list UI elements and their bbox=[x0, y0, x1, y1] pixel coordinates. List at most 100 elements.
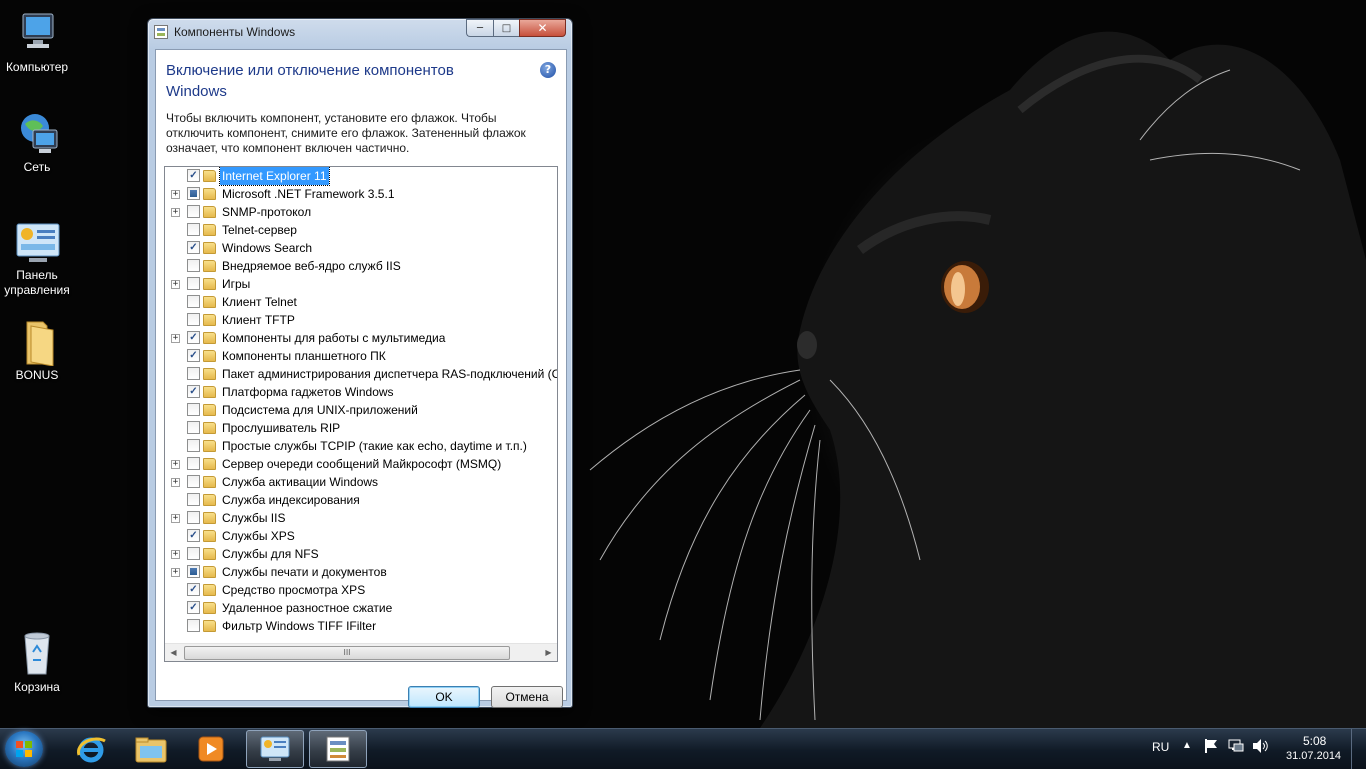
cancel-button[interactable]: Отмена bbox=[491, 686, 563, 708]
feature-checkbox[interactable] bbox=[187, 313, 200, 326]
feature-row[interactable]: + Службы для NFS bbox=[165, 545, 557, 563]
desktop-icon-network[interactable]: Сеть bbox=[0, 110, 74, 175]
feature-checkbox[interactable]: ✓ bbox=[187, 169, 200, 182]
feature-label: Клиент TFTP bbox=[222, 313, 295, 327]
feature-label: Игры bbox=[222, 277, 251, 291]
folder-icon bbox=[203, 242, 216, 254]
feature-row[interactable]: Пакет администрирования диспетчера RAS-п… bbox=[165, 365, 557, 383]
feature-row[interactable]: Фильтр Windows TIFF IFilter bbox=[165, 617, 557, 635]
feature-row[interactable]: ✓ Internet Explorer 11 bbox=[165, 167, 557, 186]
desktop-icon-bonus-folder[interactable]: BONUS bbox=[0, 318, 74, 383]
feature-checkbox[interactable] bbox=[187, 403, 200, 416]
feature-checkbox[interactable] bbox=[187, 547, 200, 560]
feature-row[interactable]: + SNMP-протокол bbox=[165, 203, 557, 221]
feature-checkbox[interactable]: ✓ bbox=[187, 529, 200, 542]
expand-icon[interactable]: + bbox=[171, 568, 180, 577]
feature-row[interactable]: Прослушиватель RIP bbox=[165, 419, 557, 437]
feature-row[interactable]: + Игры bbox=[165, 275, 557, 293]
feature-checkbox[interactable] bbox=[187, 223, 200, 236]
folder-icon bbox=[203, 476, 216, 488]
feature-checkbox[interactable] bbox=[187, 367, 200, 380]
feature-checkbox[interactable]: ✓ bbox=[187, 241, 200, 254]
start-button[interactable] bbox=[5, 731, 43, 767]
feature-checkbox[interactable] bbox=[187, 295, 200, 308]
ok-button[interactable]: OK bbox=[408, 686, 480, 708]
language-indicator[interactable]: RU bbox=[1152, 740, 1169, 754]
taskbar-media-player[interactable] bbox=[182, 730, 240, 768]
clock-date[interactable]: 31.07.2014 bbox=[1286, 750, 1341, 762]
taskbar-explorer[interactable] bbox=[122, 730, 180, 768]
expand-icon[interactable]: + bbox=[171, 190, 180, 199]
feature-checkbox[interactable]: ✓ bbox=[187, 601, 200, 614]
scroll-thumb[interactable]: III bbox=[184, 646, 510, 660]
scroll-right-icon[interactable]: ▶ bbox=[540, 644, 557, 661]
feature-row[interactable]: Служба индексирования bbox=[165, 491, 557, 509]
expand-icon[interactable]: + bbox=[171, 460, 180, 469]
volume-icon[interactable] bbox=[1252, 738, 1270, 757]
feature-checkbox[interactable] bbox=[187, 187, 200, 200]
feature-checkbox[interactable] bbox=[187, 277, 200, 290]
feature-row[interactable]: Клиент Telnet bbox=[165, 293, 557, 311]
taskbar-windows-features[interactable] bbox=[309, 730, 367, 768]
feature-checkbox[interactable] bbox=[187, 205, 200, 218]
feature-checkbox[interactable] bbox=[187, 493, 200, 506]
feature-checkbox[interactable]: ✓ bbox=[187, 385, 200, 398]
feature-row[interactable]: ✓ Платформа гаджетов Windows bbox=[165, 383, 557, 401]
expand-icon[interactable]: + bbox=[171, 280, 180, 289]
expand-icon[interactable]: + bbox=[171, 334, 180, 343]
expand-icon[interactable]: + bbox=[171, 208, 180, 217]
feature-row[interactable]: + Службы печати и документов bbox=[165, 563, 557, 581]
feature-row[interactable]: Клиент TFTP bbox=[165, 311, 557, 329]
feature-checkbox[interactable] bbox=[187, 259, 200, 272]
feature-row[interactable]: ✓ Службы XPS bbox=[165, 527, 557, 545]
network-status-icon[interactable] bbox=[1228, 738, 1244, 757]
feature-row[interactable]: + Служба активации Windows bbox=[165, 473, 557, 491]
feature-row[interactable]: ✓ Средство просмотра XPS bbox=[165, 581, 557, 599]
feature-row[interactable]: + Службы IIS bbox=[165, 509, 557, 527]
minimize-button[interactable]: ─ bbox=[466, 19, 493, 37]
expand-icon[interactable]: + bbox=[171, 478, 180, 487]
feature-checkbox[interactable] bbox=[187, 439, 200, 452]
feature-checkbox[interactable] bbox=[187, 475, 200, 488]
expand-icon[interactable]: + bbox=[171, 514, 180, 523]
desktop-icon-control-panel[interactable]: Панель управления bbox=[0, 218, 74, 298]
feature-checkbox[interactable]: ✓ bbox=[187, 349, 200, 362]
feature-row[interactable]: Подсистема для UNIX-приложений bbox=[165, 401, 557, 419]
features-tree[interactable]: ✓ Internet Explorer 11 + Microsoft .NET Fra… bbox=[164, 166, 558, 662]
feature-row[interactable]: + ✓ Компоненты для работы с мультимедиа bbox=[165, 329, 557, 347]
clock-time[interactable]: 5:08 bbox=[1303, 734, 1326, 748]
close-button[interactable]: ✕ bbox=[519, 19, 566, 37]
horizontal-scrollbar[interactable]: ◀ III ▶ bbox=[165, 643, 557, 661]
feature-row[interactable]: ✓ Компоненты планшетного ПК bbox=[165, 347, 557, 365]
feature-row[interactable]: Внедряемое веб-ядро служб IIS bbox=[165, 257, 557, 275]
desktop-icon-computer[interactable]: Компьютер bbox=[0, 10, 74, 75]
feature-checkbox[interactable] bbox=[187, 565, 200, 578]
feature-row[interactable]: Telnet-сервер bbox=[165, 221, 557, 239]
show-hidden-icons-icon[interactable]: ▲ bbox=[1182, 740, 1192, 751]
scroll-left-icon[interactable]: ◀ bbox=[165, 644, 182, 661]
help-icon[interactable]: ? bbox=[540, 62, 556, 78]
feature-row[interactable]: ✓ Windows Search bbox=[165, 239, 557, 257]
folder-icon bbox=[203, 548, 216, 560]
feature-checkbox[interactable] bbox=[187, 457, 200, 470]
feature-checkbox[interactable]: ✓ bbox=[187, 331, 200, 344]
taskbar-internet-explorer[interactable] bbox=[62, 730, 120, 768]
feature-row[interactable]: + Сервер очереди сообщений Майкрософт (MS… bbox=[165, 455, 557, 473]
feature-checkbox[interactable]: ✓ bbox=[187, 583, 200, 596]
expand-icon[interactable]: + bbox=[171, 550, 180, 559]
action-center-icon[interactable] bbox=[1204, 738, 1218, 757]
feature-row[interactable]: ✓ Удаленное разностное сжатие bbox=[165, 599, 557, 617]
title-bar[interactable]: Компоненты Windows ─ □ ✕ bbox=[148, 19, 572, 45]
desktop-icon-recycle-bin[interactable]: Корзина bbox=[0, 630, 74, 695]
feature-checkbox[interactable] bbox=[187, 421, 200, 434]
maximize-button[interactable]: □ bbox=[493, 19, 519, 37]
feature-checkbox[interactable] bbox=[187, 511, 200, 524]
folder-icon bbox=[203, 530, 216, 542]
feature-row[interactable]: Простые службы TCPIP (такие как echo, da… bbox=[165, 437, 557, 455]
show-desktop-button[interactable] bbox=[1351, 729, 1366, 769]
feature-row[interactable]: + Microsoft .NET Framework 3.5.1 bbox=[165, 185, 557, 203]
windows-features-icon bbox=[154, 25, 168, 39]
folder-icon bbox=[203, 422, 216, 434]
feature-checkbox[interactable] bbox=[187, 619, 200, 632]
taskbar-control-panel[interactable] bbox=[246, 730, 304, 768]
